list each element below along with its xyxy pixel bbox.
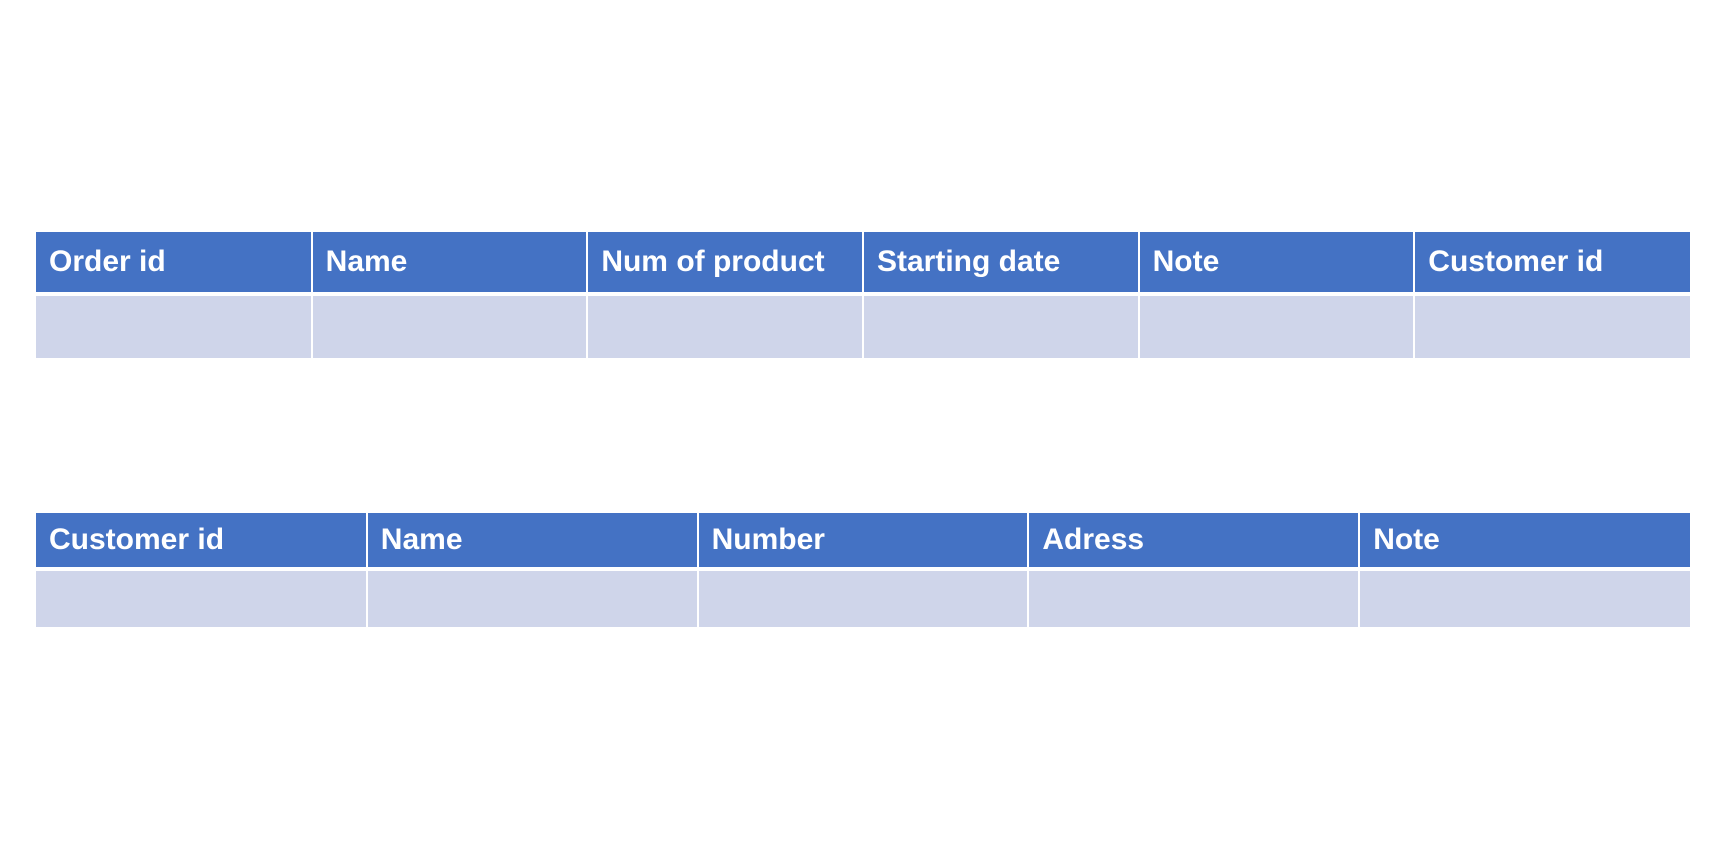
orders-header-name: Name — [310, 232, 589, 295]
customers-table: Customer id Name Number Adress Note — [36, 513, 1690, 627]
customers-header-note: Note — [1358, 513, 1690, 570]
customers-cell-name — [365, 568, 699, 627]
table-row — [36, 293, 1690, 358]
customers-cell-number — [696, 568, 1030, 627]
customers-cell-adress — [1027, 568, 1361, 627]
orders-cell-note — [1137, 293, 1416, 358]
customers-header-adress: Adress — [1027, 513, 1361, 570]
customers-header-row: Customer id Name Number Adress Note — [36, 513, 1690, 570]
orders-cell-starting-date — [861, 293, 1140, 358]
orders-header-order-id: Order id — [36, 232, 313, 295]
orders-cell-order-id — [36, 293, 313, 358]
orders-header-note: Note — [1137, 232, 1416, 295]
orders-header-row: Order id Name Num of product Starting da… — [36, 232, 1690, 295]
orders-cell-num-of-product — [586, 293, 864, 358]
orders-table: Order id Name Num of product Starting da… — [36, 232, 1690, 358]
orders-cell-customer-id — [1413, 293, 1690, 358]
orders-cell-name — [310, 293, 589, 358]
customers-header-name: Name — [365, 513, 699, 570]
customers-cell-note — [1358, 568, 1690, 627]
customers-header-number: Number — [696, 513, 1030, 570]
orders-header-num-of-product: Num of product — [586, 232, 864, 295]
customers-header-customer-id: Customer id — [36, 513, 368, 570]
orders-header-starting-date: Starting date — [861, 232, 1140, 295]
orders-header-customer-id: Customer id — [1413, 232, 1690, 295]
table-row — [36, 568, 1690, 627]
customers-cell-customer-id — [36, 568, 368, 627]
